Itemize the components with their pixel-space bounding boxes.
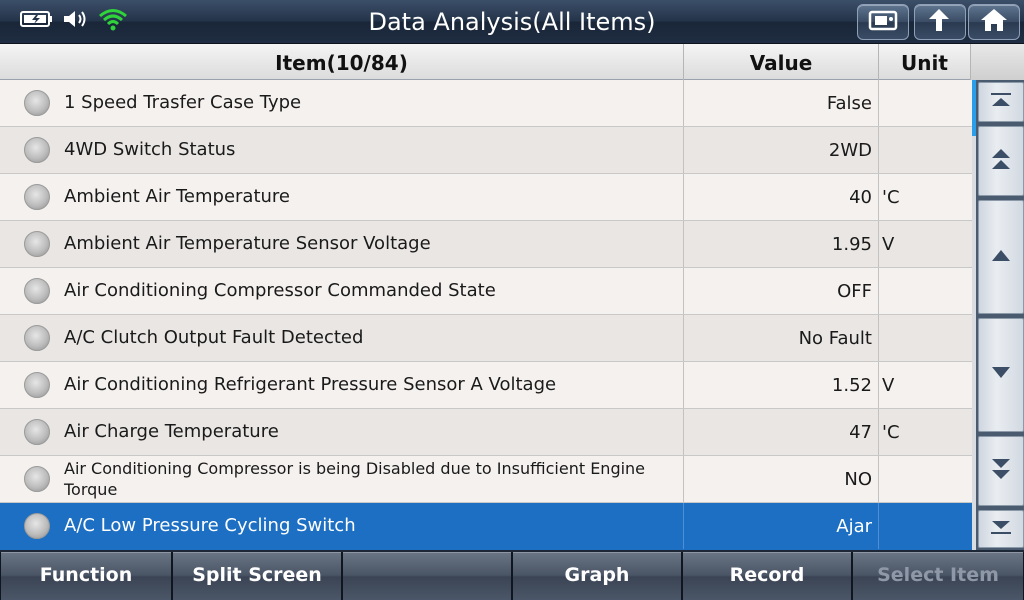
item-unit — [879, 268, 972, 314]
row-radio[interactable] — [24, 513, 50, 539]
item-value: No Fault — [684, 315, 879, 361]
item-name: Air Conditioning Refrigerant Pressure Se… — [64, 374, 557, 395]
data-table: Item(10/84) Value Unit 1 Speed Trasfer C… — [0, 44, 1024, 550]
function-button[interactable]: Function — [0, 552, 172, 600]
header-item: Item(10/84) — [0, 44, 684, 80]
screenshot-button[interactable] — [857, 4, 909, 40]
title-bar: Data Analysis(All Items) — [0, 0, 1024, 44]
item-unit — [879, 127, 972, 173]
row-radio[interactable] — [24, 184, 50, 210]
item-value: Ajar — [684, 503, 879, 549]
table-row[interactable]: Air Conditioning Compressor is being Dis… — [0, 456, 972, 503]
item-name: Ambient Air Temperature — [64, 186, 290, 207]
item-name: 4WD Switch Status — [64, 139, 236, 160]
scrollbar-thumb[interactable] — [972, 80, 976, 136]
table-row-selected[interactable]: A/C Low Pressure Cycling Switch Ajar — [0, 503, 972, 550]
row-radio[interactable] — [24, 231, 50, 257]
bottom-toolbar: Function Split Screen Graph Record Selec… — [0, 550, 1024, 600]
table-row[interactable]: Air Conditioning Compressor Commanded St… — [0, 268, 972, 315]
scrollbar-track[interactable] — [972, 80, 976, 550]
item-name: Air Charge Temperature — [64, 421, 279, 442]
scroll-panel — [972, 80, 1024, 550]
back-icon — [925, 7, 955, 37]
header-unit: Unit — [879, 44, 971, 80]
line-up-icon — [989, 247, 1013, 267]
item-unit: 'C — [882, 421, 900, 443]
scroll-top-icon — [989, 92, 1013, 112]
graph-button[interactable]: Graph — [512, 552, 682, 600]
table-row[interactable]: 1 Speed Trasfer Case Type False — [0, 80, 972, 127]
empty-button[interactable] — [342, 552, 512, 600]
item-unit — [879, 315, 972, 361]
home-button[interactable] — [968, 4, 1020, 40]
item-unit — [879, 456, 972, 502]
item-value: False — [684, 80, 879, 126]
table-body: 1 Speed Trasfer Case Type False 4WD Swit… — [0, 80, 972, 550]
item-value: 1.95 — [684, 221, 879, 267]
item-unit: V — [882, 374, 895, 396]
scroll-bottom-icon — [989, 519, 1013, 539]
row-radio[interactable] — [24, 137, 50, 163]
table-row[interactable]: Ambient Air Temperature 40 'C — [0, 174, 972, 221]
table-header: Item(10/84) Value Unit — [0, 44, 1024, 80]
item-name: A/C Clutch Output Fault Detected — [64, 327, 364, 348]
home-icon — [979, 7, 1009, 37]
header-spacer — [971, 44, 1024, 80]
row-radio[interactable] — [24, 466, 50, 492]
screenshot-icon — [868, 8, 898, 36]
item-value: 2WD — [684, 127, 879, 173]
row-radio[interactable] — [24, 90, 50, 116]
page-up-icon — [989, 146, 1013, 176]
page-down-button[interactable] — [978, 436, 1024, 506]
item-name: Air Conditioning Compressor Commanded St… — [64, 280, 496, 301]
row-radio[interactable] — [24, 419, 50, 445]
item-value: NO — [684, 456, 879, 502]
item-name: Air Conditioning Compressor is being Dis… — [64, 459, 646, 499]
table-row[interactable]: Air Conditioning Refrigerant Pressure Se… — [0, 362, 972, 409]
record-button[interactable]: Record — [682, 552, 852, 600]
header-value: Value — [684, 44, 879, 80]
select-item-button[interactable]: Select Item — [852, 552, 1024, 600]
item-value: OFF — [684, 268, 879, 314]
back-button[interactable] — [914, 4, 966, 40]
item-value: 40 — [684, 174, 879, 220]
item-value: 1.52 — [684, 362, 879, 408]
table-row[interactable]: A/C Clutch Output Fault Detected No Faul… — [0, 315, 972, 362]
row-radio[interactable] — [24, 372, 50, 398]
item-unit — [879, 503, 972, 549]
item-name: 1 Speed Trasfer Case Type — [64, 92, 302, 113]
scroll-bottom-button[interactable] — [978, 510, 1024, 548]
item-name: A/C Low Pressure Cycling Switch — [64, 515, 356, 536]
item-value: 47 — [684, 409, 879, 455]
row-radio[interactable] — [24, 278, 50, 304]
table-row[interactable]: 4WD Switch Status 2WD — [0, 127, 972, 174]
item-unit — [879, 80, 972, 126]
line-down-button[interactable] — [978, 318, 1024, 432]
item-unit: 'C — [882, 186, 900, 208]
item-unit: V — [882, 233, 895, 255]
split-screen-button[interactable]: Split Screen — [172, 552, 342, 600]
page-down-icon — [989, 456, 1013, 486]
line-down-icon — [989, 365, 1013, 385]
item-name: Ambient Air Temperature Sensor Voltage — [64, 233, 431, 254]
page-up-button[interactable] — [978, 126, 1024, 196]
scroll-top-button[interactable] — [978, 82, 1024, 122]
line-up-button[interactable] — [978, 200, 1024, 314]
row-radio[interactable] — [24, 325, 50, 351]
table-row[interactable]: Ambient Air Temperature Sensor Voltage 1… — [0, 221, 972, 268]
table-row[interactable]: Air Charge Temperature 47 'C — [0, 409, 972, 456]
